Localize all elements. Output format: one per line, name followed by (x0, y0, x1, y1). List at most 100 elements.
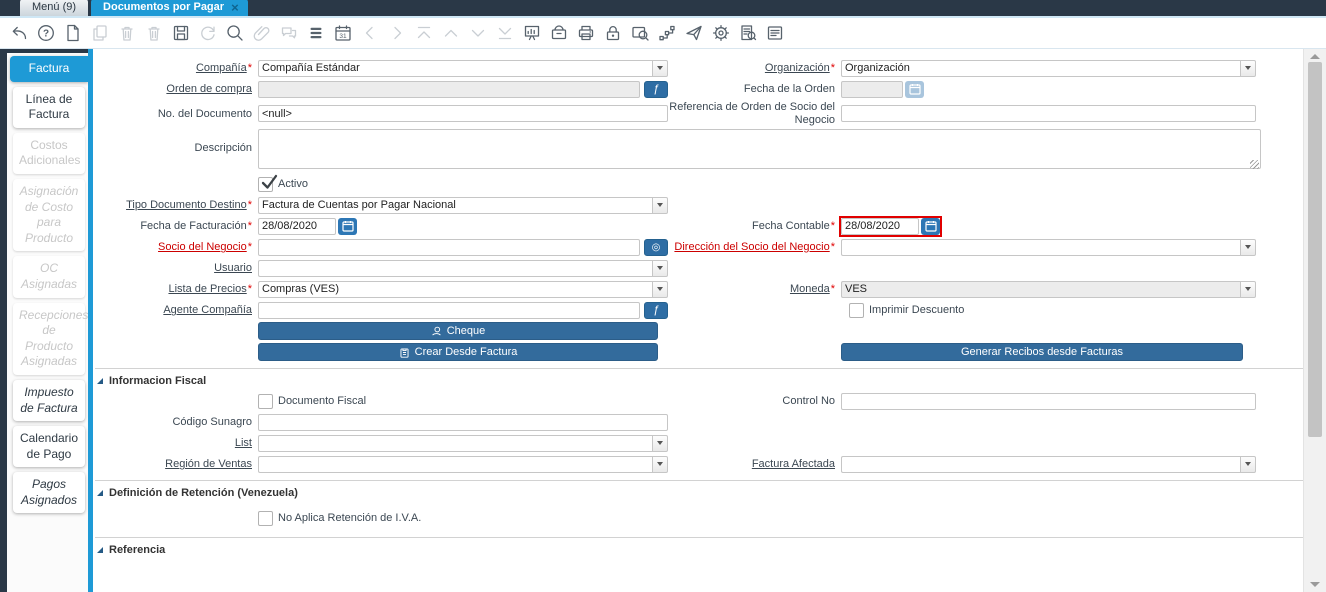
region-de-ventas-dropdown-button[interactable] (652, 456, 668, 473)
fecha-facturacion-calendar-button[interactable] (338, 218, 357, 235)
print-icon[interactable] (575, 23, 596, 44)
tab-menu[interactable]: Menú (9) (20, 0, 88, 16)
control-no-input[interactable] (841, 393, 1256, 410)
agente-compania-assist-button[interactable]: ƒ (644, 302, 668, 319)
lista-de-precios-input[interactable] (258, 281, 652, 298)
list-input[interactable] (258, 435, 652, 452)
factura-afectada-input[interactable] (841, 456, 1240, 473)
tipo-documento-destino-combobox[interactable] (258, 197, 668, 214)
help-icon[interactable]: ? (35, 23, 56, 44)
crear-desde-factura-button[interactable]: Crear Desde Factura (258, 343, 658, 361)
usuario-dropdown-button[interactable] (652, 260, 668, 277)
usuario-input[interactable] (258, 260, 652, 277)
report-search-icon[interactable] (737, 23, 758, 44)
lista-de-precios-combobox[interactable] (258, 281, 668, 298)
preferences-icon[interactable] (710, 23, 731, 44)
label-factura-afectada[interactable]: Factura Afectada (668, 458, 841, 471)
usuario-combobox[interactable] (258, 260, 668, 277)
region-de-ventas-input[interactable] (258, 456, 652, 473)
requests-icon[interactable] (683, 23, 704, 44)
label-lista-de-precios[interactable]: Lista de Precios* (95, 283, 258, 295)
label-referencia-orden: Referencia de Orden de Socio del Negocio (668, 101, 841, 126)
report-icon[interactable] (521, 23, 542, 44)
resize-grip-icon[interactable] (1250, 160, 1259, 169)
compania-combobox[interactable] (258, 60, 668, 77)
zoom-across-icon[interactable] (629, 23, 650, 44)
section-informacion-fiscal[interactable]: Informacion Fiscal (95, 368, 1303, 389)
grid-toggle-icon[interactable] (305, 23, 326, 44)
codigo-sunagro-input[interactable] (258, 414, 668, 431)
organizacion-dropdown-button[interactable] (1240, 60, 1256, 77)
sidebar-tab-calendario-de-pago[interactable]: Calendario de Pago (13, 426, 85, 467)
chat-icon (278, 23, 299, 44)
sidebar-tab-linea-de-factura[interactable]: Línea de Factura (13, 87, 85, 128)
label-socio-del-negocio[interactable]: Socio del Negocio* (95, 241, 258, 253)
label-orden-de-compra[interactable]: Orden de compra (95, 83, 258, 95)
tipo-documento-destino-dropdown-button[interactable] (652, 197, 668, 214)
workflow-icon[interactable] (656, 23, 677, 44)
scroll-down-icon[interactable] (1310, 582, 1320, 587)
direccion-socio-combobox[interactable] (841, 239, 1256, 256)
fecha-facturacion-input[interactable] (258, 218, 336, 235)
scroll-up-icon[interactable] (1310, 54, 1320, 59)
label-fecha-de-la-orden: Fecha de la Orden (668, 83, 841, 96)
sidebar-tab-factura[interactable]: Factura (10, 56, 88, 82)
socio-del-negocio-input[interactable] (258, 239, 640, 256)
label-compania[interactable]: Compañía* (95, 62, 258, 74)
no-del-documento-input[interactable] (258, 105, 668, 122)
sidebar-tab-impuesto-de-factura[interactable]: Impuesto de Factura (13, 380, 85, 421)
find-icon[interactable] (224, 23, 245, 44)
imprimir-descuento-checkbox[interactable] (849, 303, 864, 318)
activo-checkbox[interactable] (258, 177, 273, 192)
socio-del-negocio-search-button[interactable]: ◎ (644, 239, 668, 256)
label-tipo-documento-destino[interactable]: Tipo Documento Destino* (95, 199, 258, 211)
fecha-contable-calendar-button[interactable] (921, 218, 940, 235)
fecha-contable-input[interactable] (841, 218, 919, 235)
organizacion-combobox[interactable] (841, 60, 1256, 77)
archive-icon[interactable] (548, 23, 569, 44)
tipo-documento-destino-input[interactable] (258, 197, 652, 214)
new-record-icon[interactable] (62, 23, 83, 44)
label-region-de-ventas[interactable]: Región de Ventas (95, 458, 258, 470)
memo-icon[interactable] (764, 23, 785, 44)
factura-afectada-combobox[interactable] (841, 456, 1256, 473)
factura-afectada-dropdown-button[interactable] (1240, 456, 1256, 473)
list-dropdown-button[interactable] (652, 435, 668, 452)
label-agente-compania[interactable]: Agente Compañía (95, 304, 258, 316)
documento-fiscal-checkbox[interactable] (258, 394, 273, 409)
label-list[interactable]: List (95, 437, 258, 449)
cheque-button[interactable]: Cheque (258, 322, 658, 340)
compania-input[interactable] (258, 60, 652, 77)
region-de-ventas-combobox[interactable] (258, 456, 668, 473)
label-organizacion[interactable]: Organización* (668, 62, 841, 75)
fecha-contable-datefield[interactable] (841, 218, 940, 235)
organizacion-input[interactable] (841, 60, 1240, 77)
section-referencia[interactable]: Referencia (95, 537, 1303, 558)
orden-de-compra-assist-button[interactable]: ƒ (644, 81, 668, 98)
section-definicion-retencion[interactable]: Definición de Retención (Venezuela) (95, 480, 1303, 501)
referencia-orden-input[interactable] (841, 105, 1256, 122)
sidebar-tab-pagos-asignados[interactable]: Pagos Asignados (13, 472, 85, 513)
direccion-socio-input[interactable] (841, 239, 1240, 256)
lista-de-precios-dropdown-button[interactable] (652, 281, 668, 298)
scrollbar-thumb[interactable] (1308, 62, 1322, 437)
label-usuario[interactable]: Usuario (95, 262, 258, 274)
no-aplica-retencion-checkbox[interactable] (258, 511, 273, 526)
calendar-icon[interactable]: 31 (332, 23, 353, 44)
fecha-facturacion-datefield[interactable] (258, 218, 357, 235)
generar-recibos-button[interactable]: Generar Recibos desde Facturas (841, 343, 1243, 361)
agente-compania-input[interactable] (258, 302, 640, 319)
label-direccion-socio[interactable]: Dirección del Socio del Negocio* (668, 241, 841, 254)
close-icon[interactable]: × (231, 1, 239, 14)
save-icon[interactable] (170, 23, 191, 44)
label-moneda[interactable]: Moneda* (668, 283, 841, 296)
tab-documentos-por-pagar[interactable]: Documentos por Pagar × (91, 0, 248, 16)
compania-dropdown-button[interactable] (652, 60, 668, 77)
sidebar: Factura Línea de Factura Costos Adiciona… (0, 49, 88, 592)
undo-icon[interactable] (8, 23, 29, 44)
descripcion-textarea[interactable] (258, 129, 1261, 169)
list-combobox[interactable] (258, 435, 668, 452)
vertical-scrollbar[interactable] (1303, 49, 1326, 592)
direccion-socio-dropdown-button[interactable] (1240, 239, 1256, 256)
lock-icon[interactable] (602, 23, 623, 44)
